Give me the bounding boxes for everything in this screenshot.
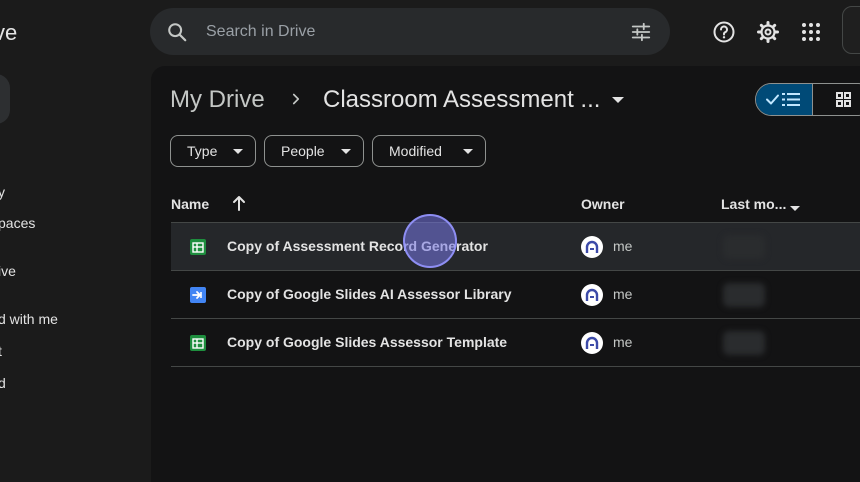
caret-down-icon [463, 149, 473, 154]
search-bar[interactable] [150, 8, 670, 55]
breadcrumb-my-drive[interactable]: My Drive [170, 86, 265, 114]
table-row[interactable]: Copy of Google Slides Assessor Template … [171, 319, 860, 367]
column-header-last-modified[interactable]: Last mo... [721, 196, 786, 212]
search-icon[interactable] [166, 21, 188, 48]
filter-modified[interactable]: Modified [372, 135, 486, 167]
filter-type-label: Type [187, 143, 218, 159]
avatar [581, 236, 603, 258]
breadcrumb-current-folder[interactable]: Classroom Assessment ... [323, 86, 600, 114]
table-row[interactable]: Copy of Google Slides AI Assessor Librar… [171, 271, 860, 319]
sidebar-item-shared-with-me[interactable]: d with me [0, 311, 58, 327]
sidebar-item-spaces[interactable]: paces [0, 215, 35, 231]
last-modified-redacted [723, 331, 765, 355]
last-modified-redacted [723, 235, 765, 259]
filter-modified-label: Modified [389, 143, 442, 159]
owner-label: me [613, 286, 633, 302]
click-indicator [403, 214, 457, 268]
caret-down-icon [233, 149, 243, 154]
owner-label: me [613, 334, 633, 350]
sidebar: ve y paces ive d with me t d [0, 0, 150, 482]
avatar [581, 332, 603, 354]
new-button[interactable] [0, 74, 10, 124]
grid-view-button[interactable] [814, 84, 860, 115]
sidebar-item-starred[interactable]: d [0, 375, 6, 391]
file-name[interactable]: Copy of Google Slides AI Assessor Librar… [227, 286, 511, 302]
sidebar-item-recent[interactable]: y [0, 184, 5, 200]
sidebar-item-drive[interactable]: ive [0, 263, 16, 279]
tune-icon[interactable] [630, 21, 652, 48]
caret-down-icon[interactable] [789, 200, 801, 218]
apps-script-icon [190, 287, 206, 308]
list-view-button[interactable] [756, 84, 813, 115]
check-icon [766, 94, 779, 105]
apps-icon[interactable] [799, 20, 823, 44]
owner-label: me [613, 238, 633, 254]
sort-ascending-icon[interactable] [231, 194, 247, 217]
filter-people-label: People [281, 143, 325, 159]
last-modified-redacted [723, 283, 765, 307]
chevron-right-icon [287, 90, 305, 113]
app-title: ve [0, 20, 18, 45]
grid-icon [836, 92, 851, 107]
avatar [581, 284, 603, 306]
file-name[interactable]: Copy of Google Slides Assessor Template [227, 334, 507, 350]
search-input[interactable] [206, 20, 586, 44]
caret-down-icon [341, 149, 351, 154]
column-header-name[interactable]: Name [171, 196, 209, 212]
list-icon [782, 93, 800, 106]
sidebar-item-recent-2[interactable]: t [0, 343, 2, 359]
google-sheets-icon [190, 335, 206, 356]
filter-type[interactable]: Type [170, 135, 256, 167]
settings-icon[interactable] [756, 20, 780, 44]
account-switcher[interactable] [842, 6, 860, 54]
view-toggle[interactable] [755, 83, 860, 116]
column-header-owner[interactable]: Owner [581, 196, 625, 212]
filter-people[interactable]: People [264, 135, 364, 167]
google-sheets-icon [190, 239, 206, 260]
help-icon[interactable] [712, 20, 736, 44]
caret-down-icon[interactable] [608, 92, 628, 113]
table-row[interactable]: Copy of Assessment Record Generator me [171, 223, 860, 271]
